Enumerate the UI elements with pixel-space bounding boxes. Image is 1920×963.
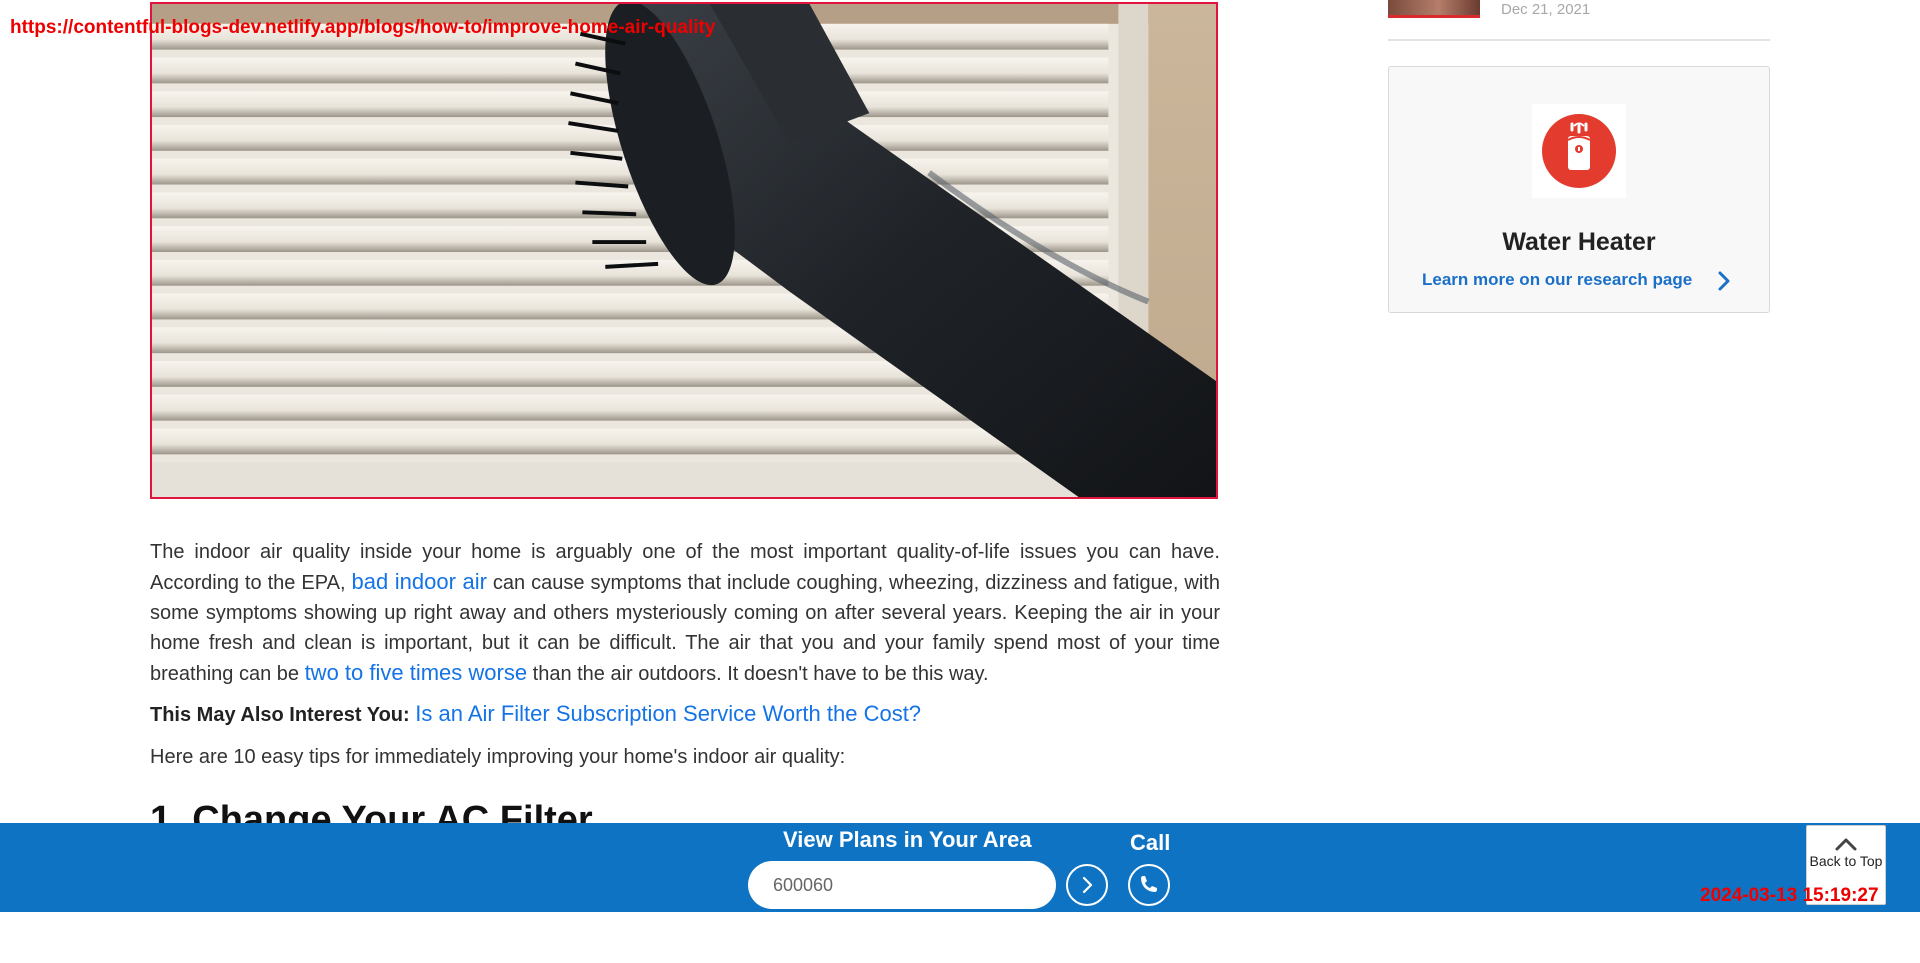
phone-icon bbox=[1141, 876, 1157, 892]
call-label: Call bbox=[1130, 830, 1171, 855]
view-plans-title: View Plans in Your Area bbox=[783, 827, 1032, 852]
url-overlay: https://contentful-blogs-dev.netlify.app… bbox=[10, 17, 716, 38]
sticky-bottom-bar: View Plans in Your Area Call Back to Top bbox=[0, 823, 1920, 912]
chevron-up-icon bbox=[1835, 838, 1857, 851]
also-interest-link[interactable]: Is an Air Filter Subscription Service Wo… bbox=[415, 701, 921, 726]
chevron-right-icon bbox=[1082, 876, 1093, 894]
tips-intro: Here are 10 easy tips for immediately im… bbox=[150, 746, 846, 768]
intro-text-3: than the air outdoors. It doesn't have t… bbox=[527, 663, 989, 685]
also-interest-line: This May Also Interest You: Is an Air Fi… bbox=[150, 699, 1220, 730]
recent-post-thumbnail[interactable] bbox=[1388, 0, 1480, 18]
recent-post-date: Dec 21, 2021 bbox=[1501, 1, 1591, 18]
water-heater-icon bbox=[1532, 104, 1626, 198]
back-to-top-label: Back to Top bbox=[1809, 853, 1883, 869]
chevron-right-icon[interactable] bbox=[1714, 270, 1734, 292]
zip-submit-button[interactable] bbox=[1066, 864, 1108, 906]
also-interest-label: This May Also Interest You: bbox=[150, 704, 410, 726]
water-heater-card: Water Heater Learn more on our research … bbox=[1388, 66, 1770, 313]
hero-image bbox=[150, 2, 1218, 499]
article-body: The indoor air quality inside your home … bbox=[150, 537, 1220, 772]
two-to-five-times-worse-link[interactable]: two to five times worse bbox=[305, 660, 528, 685]
bad-indoor-air-link[interactable]: bad indoor air bbox=[352, 569, 487, 594]
intro-paragraph: The indoor air quality inside your home … bbox=[150, 537, 1220, 689]
call-button[interactable] bbox=[1128, 864, 1170, 906]
card-title: Water Heater bbox=[1502, 228, 1656, 256]
sidebar-divider bbox=[1388, 39, 1770, 41]
research-page-link[interactable]: Learn more on our research page bbox=[1422, 270, 1692, 290]
zip-code-input[interactable] bbox=[748, 861, 1056, 909]
timestamp-overlay: 2024-03-13 15:19:27 bbox=[1700, 885, 1879, 906]
